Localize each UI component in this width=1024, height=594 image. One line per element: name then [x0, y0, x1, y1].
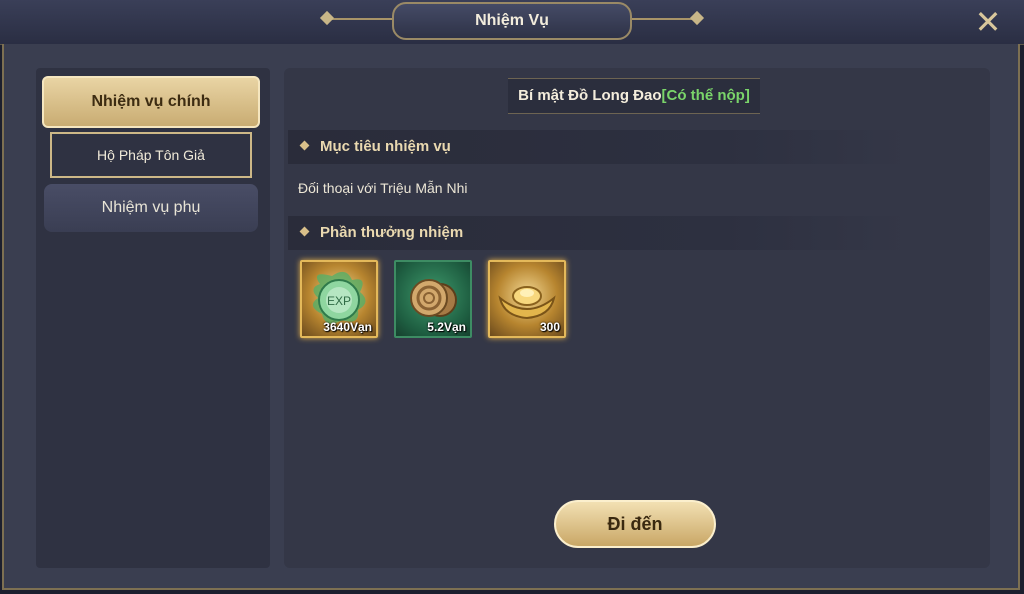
tab-main-quest[interactable]: Nhiệm vụ chính	[42, 76, 260, 128]
objective-header-label: Mục tiêu nhiệm vụ	[320, 138, 451, 155]
reward-slot-gold[interactable]: 300	[488, 260, 566, 338]
reward-header-label: Phần thưởng nhiệm	[320, 224, 464, 241]
quest-status: [Có thể nộp]	[661, 87, 750, 104]
reward-qty: 300	[539, 320, 560, 334]
objective-header: Mục tiêu nhiệm vụ	[288, 130, 908, 164]
quest-name: Bí mật Đồ Long Đao	[518, 87, 662, 104]
diamond-icon	[299, 140, 310, 151]
exp-label: EXP	[327, 294, 351, 308]
title-ornament-right	[632, 18, 702, 20]
objective-text: Đối thoại với Triệu Mẫn Nhi	[298, 180, 468, 196]
reward-slot-exp[interactable]: EXP 3640Vạn	[300, 260, 378, 338]
reward-slot-coin[interactable]: 5.2Vạn	[394, 260, 472, 338]
title-ornament-left	[322, 18, 392, 20]
reward-header: Phần thưởng nhiệm	[288, 216, 908, 250]
quest-title: Bí mật Đồ Long Đao[Có thể nộp]	[508, 78, 760, 114]
close-button[interactable]: ✕	[968, 4, 1008, 40]
close-icon: ✕	[974, 4, 1002, 40]
go-button[interactable]: Đi đến	[554, 500, 716, 548]
reward-qty: 3640Vạn	[323, 320, 372, 334]
diamond-icon	[299, 226, 310, 237]
quest-list-item[interactable]: Hộ Pháp Tôn Giả	[50, 132, 252, 178]
reward-qty: 5.2Vạn	[427, 320, 466, 334]
window-title: Nhiệm Vụ	[392, 2, 632, 40]
tab-side-quest[interactable]: Nhiệm vụ phụ	[44, 184, 258, 232]
